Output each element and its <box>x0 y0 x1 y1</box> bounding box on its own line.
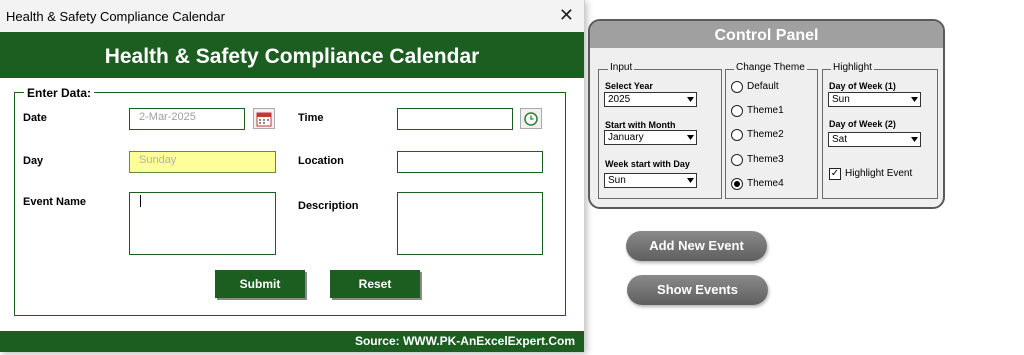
dow1-dropdown[interactable]: Sun <box>828 92 921 107</box>
theme-option-label: Default <box>747 81 779 92</box>
chevron-down-icon <box>684 93 696 106</box>
chevron-down-icon <box>684 131 696 144</box>
control-panel-title: Control Panel <box>590 21 943 48</box>
highlight-event-label: Highlight Event <box>845 168 913 179</box>
theme-radio-theme1[interactable] <box>731 105 743 117</box>
time-picker-button[interactable] <box>520 108 542 129</box>
day-label: Day <box>23 155 44 167</box>
text-caret <box>140 195 141 207</box>
dow2-label: Day of Week (2) <box>829 119 896 129</box>
event-name-label: Event Name <box>23 196 86 208</box>
enter-data-label: Enter Data: <box>24 86 95 100</box>
start-month-value: January <box>608 132 644 143</box>
theme-group-label: Change Theme <box>734 62 807 73</box>
input-group-label: Input <box>608 62 635 73</box>
location-label: Location <box>298 155 344 167</box>
theme-radio-theme2[interactable] <box>731 129 743 141</box>
day-field[interactable]: Sunday <box>129 151 276 173</box>
description-label: Description <box>298 200 359 212</box>
theme-radio-theme4[interactable] <box>731 178 743 190</box>
event-entry-dialog: Health & Safety Compliance Calendar ✕ He… <box>0 0 585 352</box>
week-start-dropdown[interactable]: Sun <box>604 173 697 188</box>
close-icon[interactable]: ✕ <box>559 5 574 26</box>
calendar-icon <box>256 112 272 126</box>
theme-option-label: Theme3 <box>747 154 784 165</box>
dow1-label: Day of Week (1) <box>829 81 896 91</box>
banner-title: Health & Safety Compliance Calendar <box>0 32 584 78</box>
theme-radio-default[interactable] <box>731 81 743 93</box>
highlight-group-label: Highlight <box>831 62 874 73</box>
location-field[interactable] <box>397 151 543 173</box>
source-text: Source: WWW.PK-AnExcelExpert.Com <box>354 334 575 348</box>
clock-icon <box>524 111 538 126</box>
week-start-value: Sun <box>608 175 626 186</box>
chevron-down-icon <box>908 133 920 146</box>
show-events-button[interactable]: Show Events <box>627 275 768 305</box>
dialog-titlebar: Health & Safety Compliance Calendar ✕ <box>0 0 584 32</box>
week-start-label: Week start with Day <box>605 159 690 169</box>
description-field[interactable] <box>397 192 543 255</box>
time-label: Time <box>298 112 324 124</box>
dow2-dropdown[interactable]: Sat <box>828 132 921 147</box>
start-month-label: Start with Month <box>605 120 676 130</box>
control-panel: Control Panel Input Select Year 2025 Sta… <box>588 19 945 209</box>
select-year-value: 2025 <box>608 94 631 105</box>
event-name-field[interactable] <box>129 192 276 255</box>
dow1-value: Sun <box>832 94 850 105</box>
reset-button[interactable]: Reset <box>330 270 420 298</box>
dow2-value: Sat <box>832 134 848 145</box>
time-field[interactable] <box>397 108 513 130</box>
dialog-title: Health & Safety Compliance Calendar <box>6 9 225 24</box>
submit-button[interactable]: Submit <box>215 270 305 298</box>
theme-option-label: Theme1 <box>747 105 784 116</box>
date-label: Date <box>23 112 47 124</box>
calendar-button[interactable] <box>253 108 275 129</box>
theme-option-label: Theme4 <box>747 178 784 189</box>
chevron-down-icon <box>684 174 696 187</box>
theme-group: Default Theme1 Theme2 Theme3 Theme4 <box>725 69 818 199</box>
date-field[interactable]: 2-Mar-2025 <box>129 108 245 130</box>
theme-option-label: Theme2 <box>747 129 784 140</box>
add-new-event-button[interactable]: Add New Event <box>626 231 767 261</box>
highlight-event-checkbox[interactable]: ✓ <box>829 168 841 180</box>
source-footer: Source: WWW.PK-AnExcelExpert.Com <box>0 331 584 352</box>
theme-radio-theme3[interactable] <box>731 154 743 166</box>
chevron-down-icon <box>908 93 920 106</box>
select-year-label: Select Year <box>605 81 653 91</box>
start-month-dropdown[interactable]: January <box>604 130 697 145</box>
select-year-dropdown[interactable]: 2025 <box>604 92 697 107</box>
